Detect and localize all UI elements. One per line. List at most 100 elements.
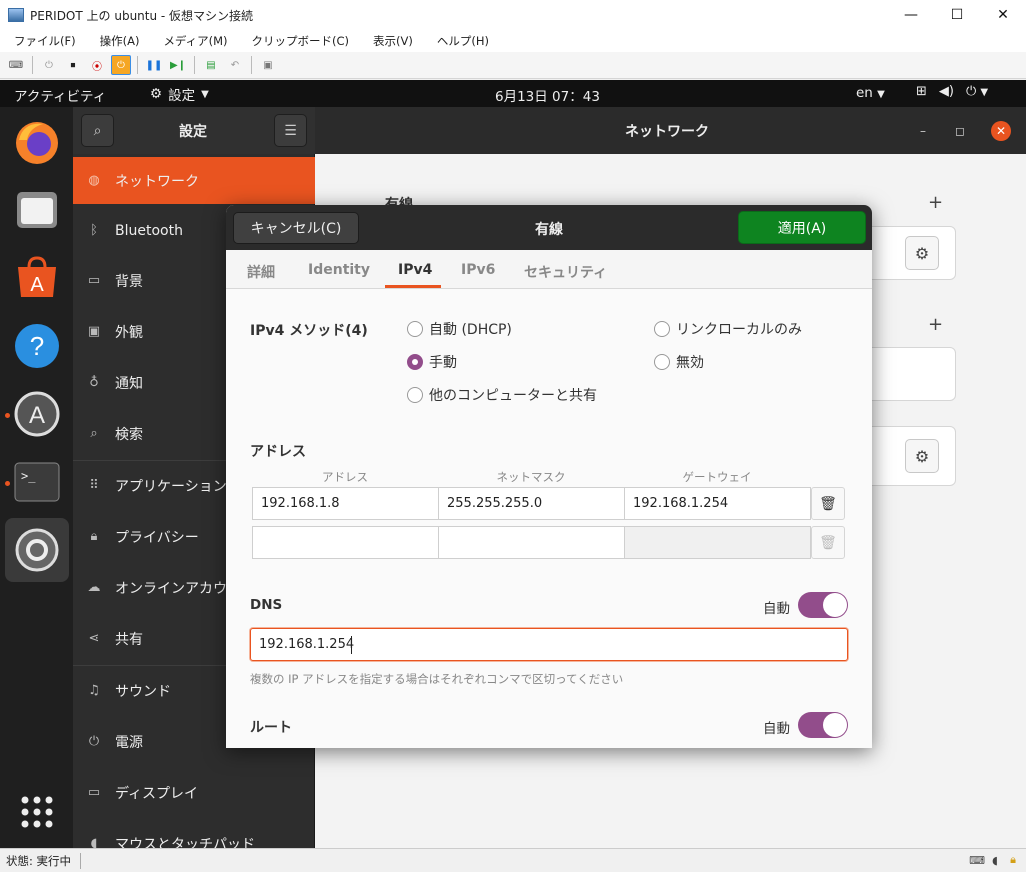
gateway-input[interactable]: 192.168.1.254 xyxy=(624,487,811,520)
tab-identity[interactable]: Identity xyxy=(308,262,370,278)
menu-clipboard[interactable]: クリップボード(C) xyxy=(238,33,360,49)
method-shared-radio[interactable]: 他のコンピューターと共有 xyxy=(407,385,597,405)
menu-view[interactable]: 表示(V) xyxy=(359,33,423,49)
checkpoint-icon[interactable]: ▤ xyxy=(201,55,221,75)
tab-security[interactable]: セキュリティ xyxy=(524,262,607,282)
keyboard-icon: ⌨ xyxy=(969,853,985,867)
method-disabled-radio[interactable]: 無効 xyxy=(654,352,704,372)
tab-ipv6[interactable]: IPv6 xyxy=(461,262,495,278)
clock[interactable]: 6月13日 07：43 xyxy=(495,85,600,105)
method-manual-label: 手動 xyxy=(429,355,457,371)
dns-auto-label: 自動 xyxy=(763,601,790,617)
help-icon[interactable]: ? xyxy=(10,319,64,373)
route-auto-toggle[interactable] xyxy=(798,712,848,738)
terminal-icon[interactable]: >_ xyxy=(10,455,64,509)
input-language-label: en xyxy=(856,85,873,101)
address-input[interactable] xyxy=(252,526,439,559)
host-toolbar: ⌨ ⏻ ⏹ ⦿ ⏻ ❚❚ ▶❙ ▤ ↶ ▣ xyxy=(0,52,1026,79)
save-state-icon[interactable]: ⏻ xyxy=(111,55,131,75)
menu-file[interactable]: ファイル(F) xyxy=(0,33,86,49)
lock-icon: 🔒︎ xyxy=(1010,853,1016,866)
dns-auto-toggle[interactable] xyxy=(798,592,848,618)
address-input[interactable]: 192.168.1.8 xyxy=(252,487,439,520)
software-icon[interactable]: A xyxy=(10,251,64,305)
sidebar-item-mouse-touchpad[interactable]: ◖ マウスとタッチパッド xyxy=(73,820,315,848)
mouse-icon: ◖ xyxy=(992,853,998,867)
minimize-window-button[interactable]: – xyxy=(913,121,933,141)
sidebar-item-displays[interactable]: ▭ ディスプレイ xyxy=(73,769,315,816)
firefox-icon[interactable] xyxy=(10,115,64,169)
input-language[interactable]: en ▼ xyxy=(856,85,885,101)
start-icon[interactable]: ⏻ xyxy=(39,55,59,75)
shutdown-icon[interactable]: ⦿ xyxy=(87,55,107,75)
method-manual-radio[interactable]: 手動 xyxy=(407,352,457,372)
power-icon: ⏻ xyxy=(88,734,100,749)
system-tray[interactable]: ⊞ ◀) ⏻ ▼ xyxy=(916,84,988,99)
files-icon[interactable] xyxy=(10,183,64,237)
minimize-button[interactable]: — xyxy=(888,0,934,30)
ctrl-alt-del-icon[interactable]: ⌨ xyxy=(6,55,26,75)
method-auto-radio[interactable]: 自動 (DHCP) xyxy=(407,319,512,339)
close-window-button[interactable]: ✕ xyxy=(991,121,1011,141)
address-section-title: アドレス xyxy=(250,444,306,460)
menu-help[interactable]: ヘルプ(H) xyxy=(423,33,499,49)
search-icon: ⌕ xyxy=(93,122,102,139)
search-icon: ⌕ xyxy=(90,426,98,441)
menu-action[interactable]: 操作(A) xyxy=(86,33,150,49)
col-header-address: アドレス xyxy=(322,470,368,484)
vm-status: 状態: 実行中 xyxy=(6,853,72,868)
dns-value: 192.168.1.254 xyxy=(259,637,355,652)
pause-icon[interactable]: ❚❚ xyxy=(144,55,164,75)
enhanced-session-icon[interactable]: ▣ xyxy=(258,55,278,75)
netmask-input[interactable]: 255.255.255.0 xyxy=(438,487,625,520)
power-icon: ⏻ ▼ xyxy=(965,84,989,99)
dns-input[interactable]: 192.168.1.254 xyxy=(250,628,848,661)
host-titlebar: PERIDOT 上の ubuntu - 仮想マシン接続 — ☐ ✕ xyxy=(0,0,1026,30)
bell-icon: ♁ xyxy=(89,375,99,390)
maximize-button[interactable]: ☐ xyxy=(934,0,980,30)
turn-off-icon[interactable]: ⏹ xyxy=(63,55,83,75)
show-apps-icon[interactable] xyxy=(10,785,64,839)
menu-icon: ☰ xyxy=(284,122,297,139)
col-header-netmask: ネットマスク xyxy=(496,470,566,484)
sidebar-item-label: ディスプレイ xyxy=(115,785,199,802)
settings-icon[interactable] xyxy=(5,518,69,582)
revert-icon[interactable]: ↶ xyxy=(225,55,245,75)
caret-down-icon: ▼ xyxy=(201,88,209,100)
hamburger-menu-button[interactable]: ☰ xyxy=(274,114,307,147)
display-icon: ▭ xyxy=(87,785,101,800)
trash-icon: 🗑︎ xyxy=(819,534,837,551)
settings-headerbar: ⌕ 設定 ☰ ネットワーク – ◻ ✕ xyxy=(73,107,1026,154)
svg-text:A: A xyxy=(29,402,45,429)
dialog-tabs: 詳細 Identity IPv4 IPv6 セキュリティ xyxy=(226,250,872,289)
apply-button[interactable]: 適用(A) xyxy=(738,211,866,244)
add-vpn-button[interactable]: + xyxy=(928,314,943,335)
tab-details[interactable]: 詳細 xyxy=(247,262,275,282)
app-menu-label: 設定 xyxy=(168,88,196,104)
dns-label: DNS xyxy=(250,597,283,613)
tab-ipv4[interactable]: IPv4 xyxy=(398,262,432,278)
search-button[interactable]: ⌕ xyxy=(81,114,114,147)
sidebar-item-network[interactable]: ◍ ネットワーク xyxy=(73,157,315,204)
route-auto-label: 自動 xyxy=(763,721,790,737)
sidebar-item-label: 検索 xyxy=(115,426,143,443)
method-link-local-radio[interactable]: リンクローカルのみ xyxy=(654,319,802,339)
music-note-icon: ♫ xyxy=(88,683,100,698)
wired-settings-button[interactable]: ⚙ xyxy=(905,236,939,270)
delete-address-button[interactable]: 🗑︎ xyxy=(811,487,845,520)
netmask-input[interactable] xyxy=(438,526,625,559)
host-menubar: ファイル(F) 操作(A) メディア(M) クリップボード(C) 表示(V) ヘ… xyxy=(0,30,1026,52)
app-menu[interactable]: ⚙ 設定 ▼ xyxy=(150,84,209,104)
software-updater-icon[interactable]: A xyxy=(10,387,64,441)
add-wired-button[interactable]: + xyxy=(928,192,943,213)
share-icon: ⋖ xyxy=(88,631,100,646)
close-button[interactable]: ✕ xyxy=(980,0,1026,30)
maximize-window-button[interactable]: ◻ xyxy=(950,121,970,141)
svg-text:?: ? xyxy=(30,331,44,361)
menu-media[interactable]: メディア(M) xyxy=(149,33,237,49)
sidebar-item-label: Bluetooth xyxy=(115,222,183,239)
activities-button[interactable]: アクティビティ xyxy=(14,85,106,105)
monitor-icon: ▭ xyxy=(87,273,101,288)
resume-icon[interactable]: ▶❙ xyxy=(168,55,188,75)
proxy-settings-button[interactable]: ⚙ xyxy=(905,439,939,473)
